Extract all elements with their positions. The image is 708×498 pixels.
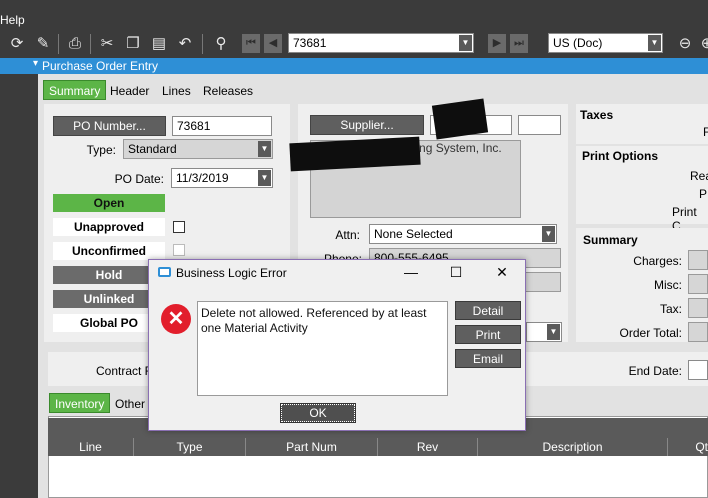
print-icon[interactable]: ⎙ (66, 35, 84, 53)
first-icon[interactable]: ⏮ (242, 34, 260, 53)
detail-button[interactable]: Detail (455, 301, 521, 320)
end-date-label: End Date: (628, 364, 682, 378)
window-title: Purchase Order Entry (38, 58, 708, 74)
toolbar-separator (202, 34, 203, 54)
tab-lines[interactable]: Lines (162, 81, 191, 101)
ship-select[interactable]: ▼ (526, 322, 562, 342)
company-value: US (Doc) (553, 36, 603, 50)
type-value: Standard (128, 142, 177, 156)
clear-icon[interactable]: ✎ (34, 35, 52, 53)
error-icon: ✕ (161, 304, 191, 334)
summary-heading: Summary (583, 233, 638, 247)
last-icon[interactable]: ⏭ (510, 34, 528, 53)
record-search-value: 73681 (293, 36, 327, 50)
close-icon[interactable]: ✕ (487, 262, 517, 282)
tab-header[interactable]: Header (110, 81, 149, 101)
print-options-heading: Print Options (582, 149, 658, 163)
type-select[interactable]: Standard ▼ (123, 139, 273, 159)
print-option-ready: Rea (690, 169, 708, 183)
order-total-field (688, 322, 708, 342)
tax-field (688, 298, 708, 318)
cut-icon[interactable]: ✂ (98, 35, 116, 53)
unconfirmed-label: Unconfirmed (53, 242, 165, 260)
tax-label: Tax: (659, 302, 682, 316)
tab-releases[interactable]: Releases (203, 81, 253, 101)
record-search-input[interactable]: 73681 ▼ (288, 33, 474, 53)
undo-icon[interactable]: ↶ (176, 35, 194, 53)
chevron-down-icon[interactable]: ▼ (542, 226, 555, 242)
chevron-down-icon[interactable]: ▼ (648, 35, 661, 51)
column-header-line[interactable]: Line (48, 438, 134, 456)
company-select[interactable]: US (Doc) ▼ (548, 33, 663, 53)
print-option-p: P (699, 187, 708, 201)
minimize-icon[interactable]: — (396, 262, 426, 282)
unapproved-checkbox[interactable] (173, 221, 185, 233)
toolbar-separator (58, 34, 59, 54)
chevron-down-icon[interactable]: ▼ (258, 141, 271, 157)
column-header-qty[interactable]: Qt (668, 438, 708, 456)
charges-label: Charges: (633, 254, 682, 268)
misc-label: Misc: (654, 278, 682, 292)
dialog-title: Business Logic Error (176, 266, 287, 280)
attn-select[interactable]: None Selected ▼ (369, 224, 557, 244)
app-icon (158, 267, 171, 277)
unconfirmed-checkbox[interactable] (173, 244, 185, 256)
pin-icon[interactable]: ▾ (0, 58, 38, 74)
email-button[interactable]: Email (455, 349, 521, 368)
column-header-part-num[interactable]: Part Num (246, 438, 378, 456)
redaction (431, 98, 489, 140)
taxes-cut-label: F (703, 125, 708, 139)
print-button[interactable]: Print (455, 325, 521, 344)
next-icon[interactable]: ▶ (488, 34, 506, 53)
copy-icon[interactable]: ❐ (124, 35, 142, 53)
contract-label: Contract F (96, 364, 153, 378)
status-open-badge: Open (53, 194, 165, 212)
chevron-down-icon[interactable]: ▼ (258, 170, 271, 186)
toolbar-separator (90, 34, 91, 54)
tab-summary[interactable]: Summary (43, 80, 107, 100)
chevron-down-icon[interactable]: ▼ (547, 324, 560, 340)
tab-other[interactable]: Other (115, 394, 145, 414)
column-header-description[interactable]: Description (478, 438, 668, 456)
attn-value: None Selected (374, 227, 453, 241)
unapproved-label: Unapproved (53, 218, 165, 236)
paste-icon[interactable]: ▤ (150, 35, 168, 53)
supplier-button[interactable]: Supplier... (310, 115, 424, 135)
type-label: Type: (86, 143, 116, 157)
po-date-label: PO Date: (114, 172, 164, 186)
po-date-value: 11/3/2019 (176, 171, 229, 185)
back-icon[interactable]: ⊖ (676, 35, 694, 53)
binoculars-icon[interactable]: ⚲ (212, 35, 230, 53)
misc-field (688, 274, 708, 294)
tab-inventory[interactable]: Inventory (49, 393, 111, 413)
po-number-field[interactable]: 73681 (172, 116, 272, 136)
prev-icon[interactable]: ◀ (264, 34, 282, 53)
left-nav-strip (0, 58, 38, 498)
end-date-field[interactable] (688, 360, 708, 380)
error-message: Delete not allowed. Referenced by at lea… (197, 301, 448, 396)
menu-help[interactable]: Help (0, 13, 25, 27)
charges-field (688, 250, 708, 270)
ok-button[interactable]: OK (280, 403, 356, 423)
po-number-button[interactable]: PO Number... (53, 116, 166, 136)
refresh-icon[interactable]: ⟳ (8, 35, 26, 53)
taxes-heading: Taxes (580, 108, 614, 122)
maximize-icon[interactable]: ☐ (441, 262, 471, 282)
column-header-rev[interactable]: Rev (378, 438, 478, 456)
order-total-label: Order Total: (619, 326, 682, 340)
chevron-down-icon[interactable]: ▼ (459, 35, 472, 51)
attn-label: Attn: (335, 228, 360, 242)
supplier-extra-field[interactable] (518, 115, 561, 135)
po-date-field[interactable]: 11/3/2019 ▼ (171, 168, 273, 188)
forward-icon[interactable]: ⊕ (698, 35, 708, 53)
menu-bar (0, 0, 708, 30)
column-header-type[interactable]: Type (134, 438, 246, 456)
